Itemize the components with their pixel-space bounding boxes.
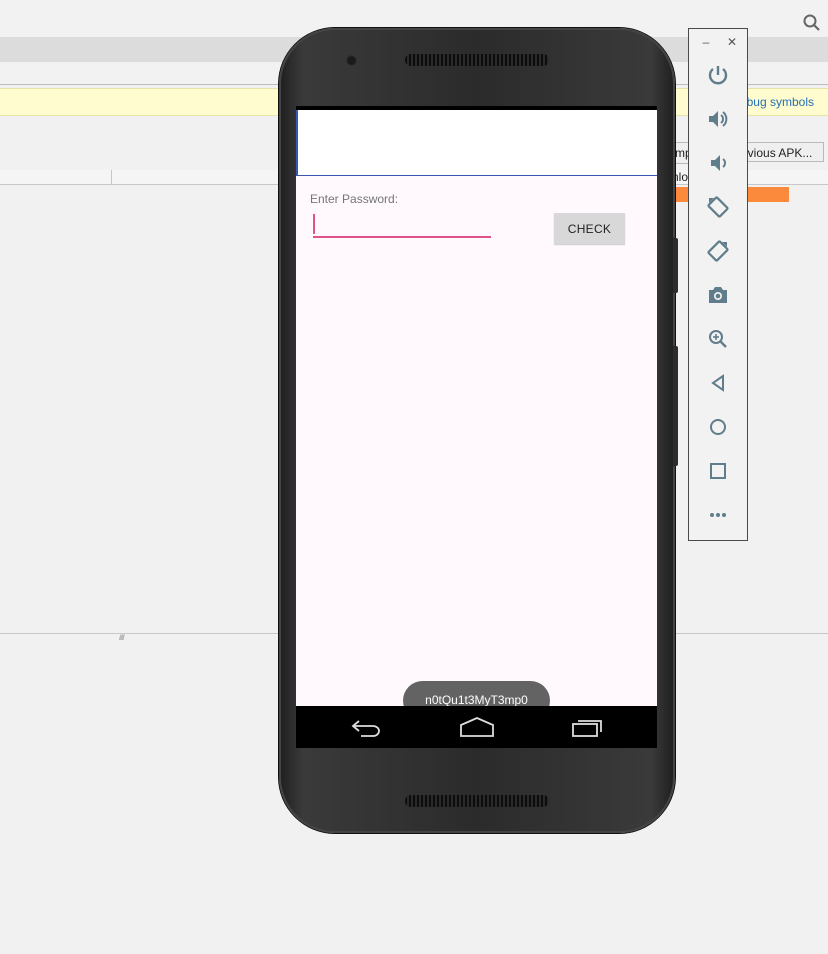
earpiece-speaker: [405, 54, 549, 66]
app-content: Enter Password: CHECK n0tQu1t3MyT3mp0: [296, 176, 657, 720]
nav-recent-apps-icon[interactable]: [570, 716, 606, 738]
volume-side-button[interactable]: [673, 346, 678, 466]
volume-down-icon[interactable]: [706, 151, 730, 175]
home-icon[interactable]: [706, 415, 730, 439]
overview-icon[interactable]: [706, 459, 730, 483]
column-divider[interactable]: [111, 170, 112, 184]
check-button[interactable]: CHECK: [554, 213, 625, 244]
resize-grip-icon[interactable]: /////: [119, 635, 125, 642]
rotate-left-icon[interactable]: [706, 195, 730, 219]
rotate-right-icon[interactable]: [706, 239, 730, 263]
front-camera: [346, 55, 357, 66]
password-input[interactable]: [313, 212, 491, 238]
power-icon[interactable]: [706, 63, 730, 87]
zoom-icon[interactable]: [706, 327, 730, 351]
password-label: Enter Password:: [310, 192, 399, 206]
minimize-button[interactable]: –: [699, 35, 713, 49]
nav-back-icon[interactable]: [349, 716, 385, 738]
power-side-button[interactable]: [673, 238, 678, 293]
more-icon[interactable]: [706, 503, 730, 527]
app-bar: [296, 110, 657, 176]
navigation-bar: [296, 706, 657, 748]
text-cursor: [313, 214, 315, 234]
emulator-device-frame: Enter Password: CHECK n0tQu1t3MyT3mp0: [279, 28, 678, 833]
nav-home-icon[interactable]: [459, 716, 495, 738]
camera-icon[interactable]: [706, 283, 730, 307]
search-icon[interactable]: [802, 13, 822, 33]
back-icon[interactable]: [706, 371, 730, 395]
volume-up-icon[interactable]: [706, 107, 730, 131]
device-screen: Enter Password: CHECK n0tQu1t3MyT3mp0: [296, 106, 657, 748]
debug-symbols-link[interactable]: bug symbols: [747, 95, 814, 109]
close-button[interactable]: ✕: [725, 35, 739, 49]
emulator-toolbar: – ✕: [688, 28, 748, 541]
bottom-speaker: [405, 795, 549, 807]
